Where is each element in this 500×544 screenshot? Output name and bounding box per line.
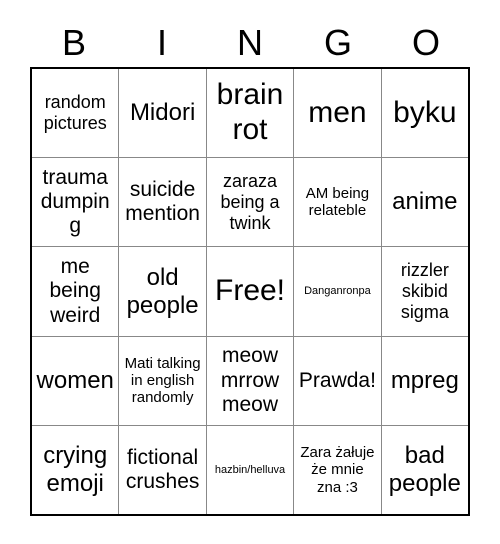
bingo-cell[interactable]: byku bbox=[382, 69, 468, 157]
bingo-row: random pictures Midori brain rot men byku bbox=[32, 69, 468, 159]
bingo-cell[interactable]: rizzler skibid sigma bbox=[382, 247, 468, 335]
bingo-header-letter-o: O bbox=[411, 22, 440, 63]
bingo-row: women Mati talking in english randomly meo… bbox=[32, 336, 468, 426]
bingo-cell[interactable]: me being weird bbox=[32, 247, 120, 336]
bingo-cell-label: me being weird bbox=[49, 254, 101, 327]
bingo-cell-label: old people bbox=[126, 263, 199, 319]
bingo-cell-label: women bbox=[36, 366, 114, 394]
bingo-cell[interactable]: crying emoji bbox=[32, 425, 120, 515]
bingo-cell-label: Midori bbox=[129, 99, 196, 127]
bingo-cell[interactable]: mpreg bbox=[382, 337, 468, 425]
bingo-cell-label: Danganronpa bbox=[304, 285, 371, 298]
bingo-cell[interactable]: old people bbox=[119, 247, 207, 336]
bingo-card: BINGO random pictures Midori brain rot men b… bbox=[0, 0, 500, 544]
bingo-header-letter-i: I bbox=[156, 22, 167, 63]
bingo-cell[interactable]: zaraza being a twink bbox=[207, 158, 295, 247]
bingo-cell-label: meow mrrow meow bbox=[220, 344, 280, 416]
bingo-cell[interactable]: Prawda! bbox=[294, 336, 382, 425]
bingo-cell[interactable]: random pictures bbox=[32, 69, 120, 158]
bingo-cell[interactable]: brain rot bbox=[207, 69, 295, 158]
bingo-cell[interactable]: Mati talking in english randomly bbox=[119, 336, 207, 425]
bingo-cell-label: brain rot bbox=[216, 78, 284, 147]
bingo-cell-label: Free! bbox=[215, 274, 286, 308]
bingo-cell-label: rizzler skibid sigma bbox=[400, 260, 449, 322]
bingo-cell-label: bad people bbox=[388, 442, 461, 497]
bingo-cell[interactable]: men bbox=[294, 69, 382, 158]
bingo-header-row: BINGO bbox=[30, 20, 470, 66]
bingo-cell[interactable]: Midori bbox=[119, 69, 207, 158]
bingo-cell[interactable]: women bbox=[32, 336, 120, 425]
bingo-cell-label: Mati talking in english randomly bbox=[124, 354, 201, 407]
bingo-cell[interactable]: Danganronpa bbox=[294, 247, 382, 336]
bingo-header-letter-g: G bbox=[323, 22, 352, 63]
bingo-cell-label: Prawda! bbox=[298, 368, 376, 392]
bingo-cell[interactable]: hazbin/helluva bbox=[207, 425, 295, 515]
bingo-cell-label: random pictures bbox=[43, 92, 107, 134]
bingo-cell[interactable]: fictional crushes bbox=[119, 425, 207, 515]
bingo-cell-label: suicide mention bbox=[125, 177, 200, 226]
bingo-cell[interactable]: bad people bbox=[382, 426, 468, 514]
bingo-cell-label: Zara żałuje że mnie zna :3 bbox=[300, 443, 375, 496]
bingo-header-letter-b: B bbox=[61, 22, 86, 63]
bingo-cell-label: hazbin/helluva bbox=[214, 463, 286, 476]
bingo-cell-label: AM being relateble bbox=[305, 184, 370, 220]
bingo-cell-label: mpreg bbox=[390, 366, 459, 394]
bingo-cell[interactable]: trauma dumping bbox=[32, 158, 120, 247]
bingo-cell-label: anime bbox=[392, 188, 458, 216]
bingo-cell-label: fictional crushes bbox=[125, 445, 200, 493]
bingo-grid: random pictures Midori brain rot men byku tra… bbox=[30, 67, 470, 516]
bingo-cell-label: trauma dumping bbox=[40, 165, 110, 238]
bingo-cell[interactable]: AM being relateble bbox=[294, 158, 382, 247]
bingo-row: me being weird old people Free! Danganronpa… bbox=[32, 247, 468, 337]
bingo-free-cell[interactable]: Free! bbox=[207, 247, 295, 336]
bingo-cell[interactable]: suicide mention bbox=[119, 158, 207, 247]
bingo-header-letter-n: N bbox=[237, 22, 263, 63]
bingo-cell-label: men bbox=[308, 95, 367, 129]
bingo-cell-label: zaraza being a twink bbox=[220, 170, 280, 233]
bingo-cell[interactable]: anime bbox=[382, 158, 468, 246]
bingo-cell-label: crying emoji bbox=[43, 442, 108, 497]
bingo-cell-label: byku bbox=[393, 95, 457, 129]
bingo-row: crying emoji fictional crushes hazbin/hell… bbox=[32, 425, 468, 515]
bingo-cell[interactable]: Zara żałuje że mnie zna :3 bbox=[294, 425, 382, 515]
bingo-row: trauma dumping suicide mention zaraza bein… bbox=[32, 158, 468, 248]
bingo-cell[interactable]: meow mrrow meow bbox=[207, 336, 295, 425]
